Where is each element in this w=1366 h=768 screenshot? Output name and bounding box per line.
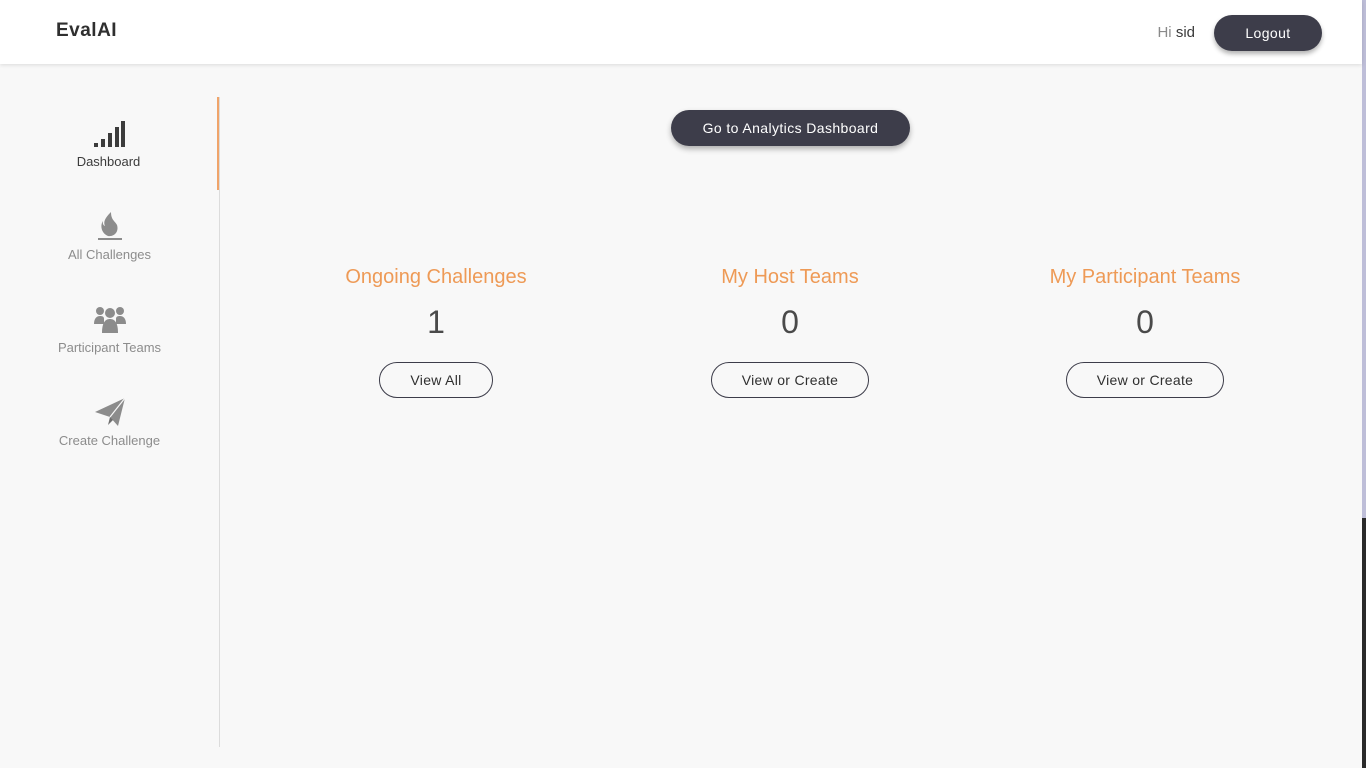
signal-bars-icon [92,118,126,148]
scrollbar-thumb[interactable] [1362,518,1366,768]
paper-plane-icon [93,397,127,427]
sidebar-item-dashboard[interactable]: Dashboard [0,97,219,190]
stat-title: Ongoing Challenges [345,266,527,288]
sidebar-item-label: All Challenges [67,247,152,262]
username[interactable]: sid [1176,24,1195,41]
stat-my-participant-teams: My Participant Teams 0 View or Create [995,266,1295,398]
top-navbar: EvalAI Hi sid Logout [0,0,1362,64]
view-all-button[interactable]: View All [379,362,493,398]
sidebar-item-label: Participant Teams [57,340,162,355]
stat-count: 0 [781,304,799,340]
user-greeting: Hi sid [1157,24,1195,41]
stat-my-host-teams: My Host Teams 0 View or Create [640,266,940,398]
host-teams-view-or-create-button[interactable]: View or Create [710,362,870,398]
greeting-prefix: Hi [1157,24,1172,41]
users-group-icon [93,304,127,334]
stat-ongoing-challenges: Ongoing Challenges 1 View All [286,266,586,398]
sidebar-item-participant-teams[interactable]: Participant Teams [0,283,219,376]
flame-icon [93,211,127,241]
sidebar-item-all-challenges[interactable]: All Challenges [0,190,219,283]
stat-count: 1 [427,304,445,340]
sidebar: Dashboard All Challenges Participant Tea… [0,97,220,747]
sidebar-item-label: Dashboard [76,154,141,169]
stat-count: 0 [1136,304,1154,340]
logout-button[interactable]: Logout [1214,15,1322,51]
stat-title: My Participant Teams [1049,266,1241,288]
stat-title: My Host Teams [721,266,859,288]
participant-teams-view-or-create-button[interactable]: View or Create [1065,362,1225,398]
main-content: Go to Analytics Dashboard Ongoing Challe… [220,64,1362,768]
sidebar-item-create-challenge[interactable]: Create Challenge [0,376,219,469]
analytics-dashboard-button[interactable]: Go to Analytics Dashboard [671,110,910,146]
evalai-logo[interactable]: EvalAI [56,20,117,42]
sidebar-item-label: Create Challenge [58,433,161,448]
